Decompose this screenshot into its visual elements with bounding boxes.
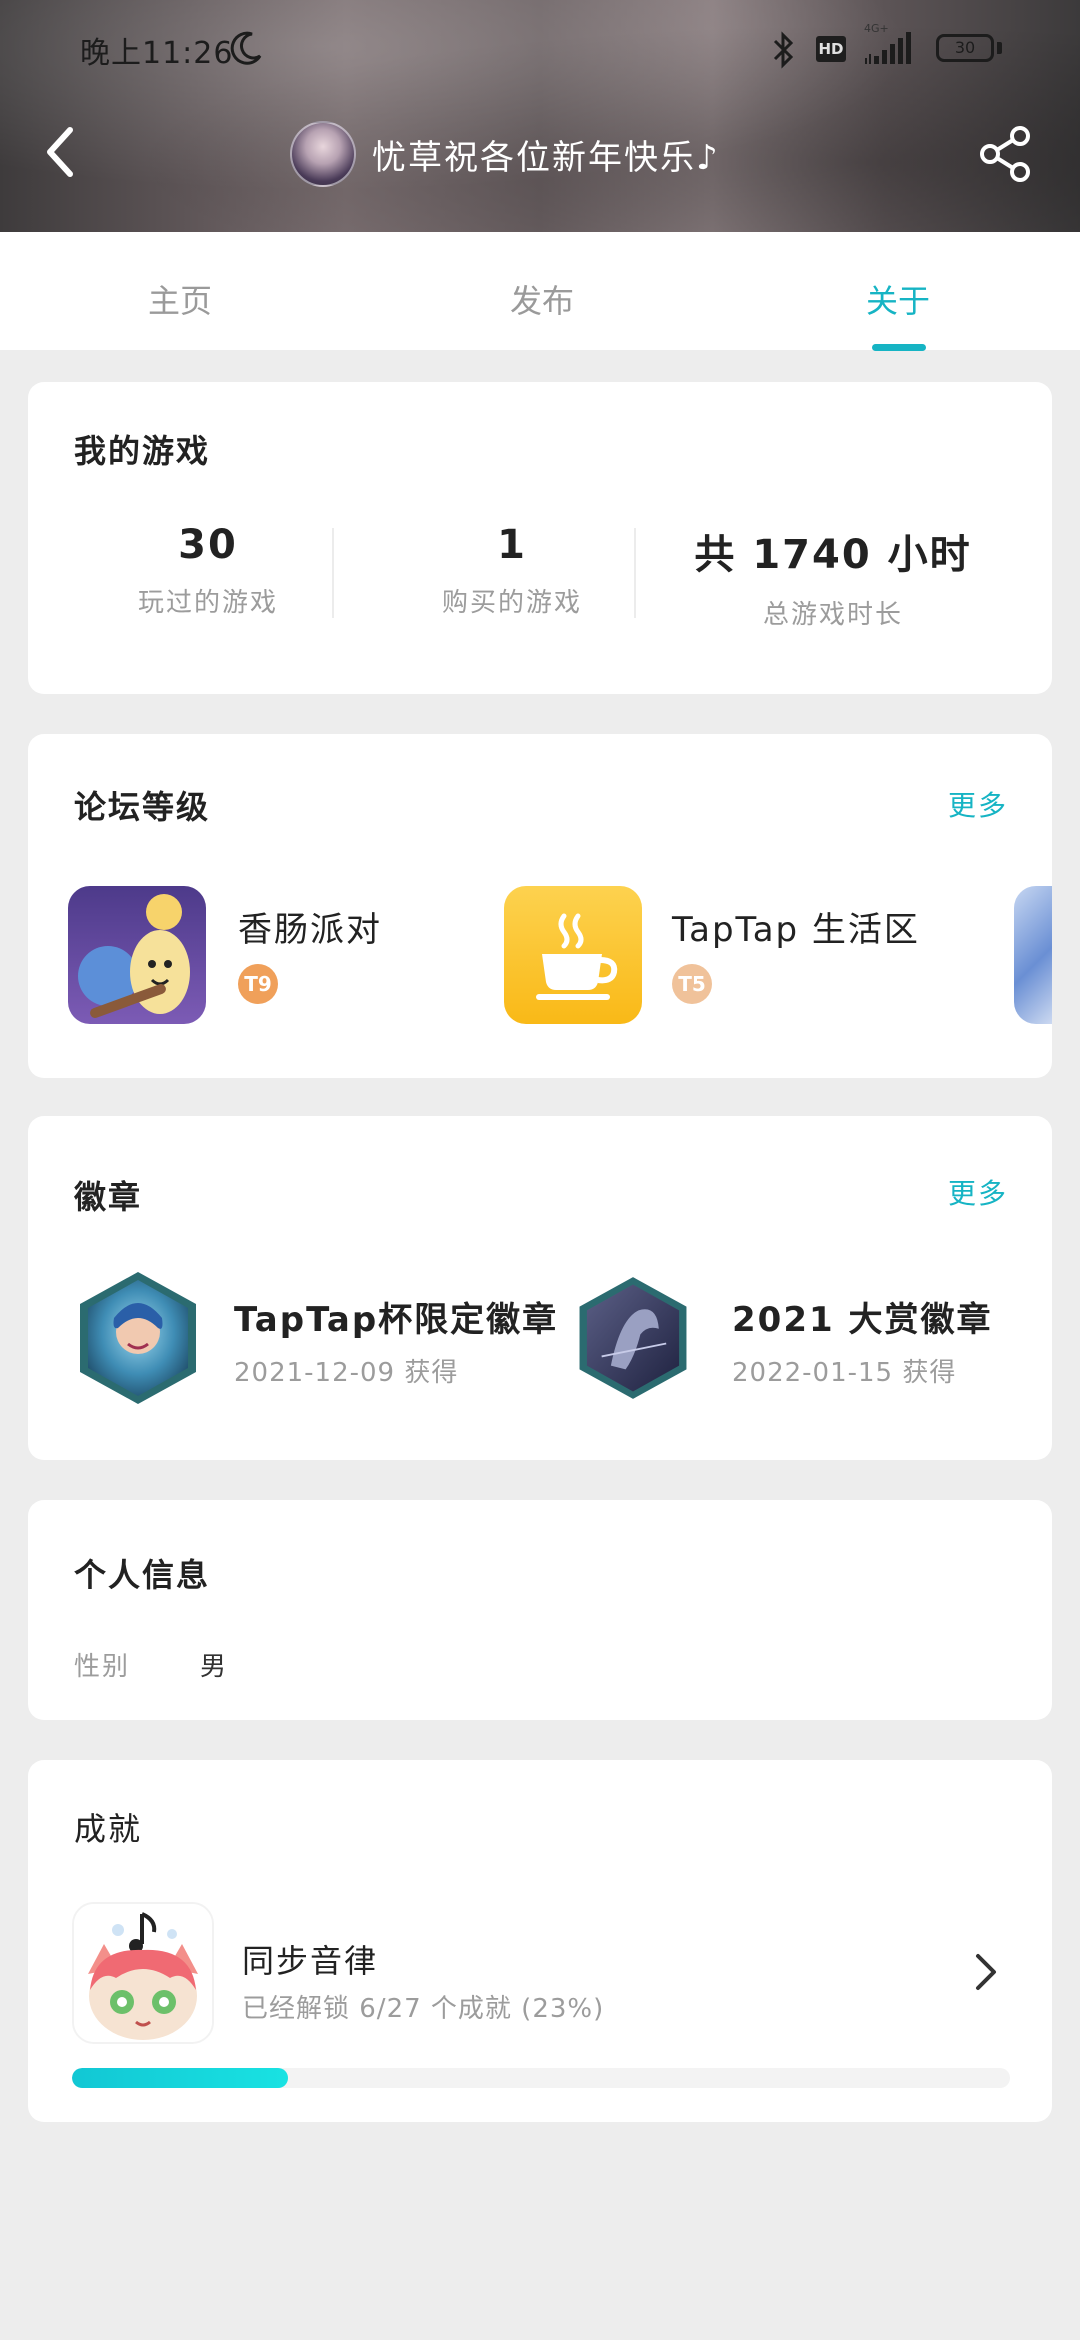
share-icon[interactable]: [978, 124, 1034, 184]
signal-icon: [865, 32, 911, 64]
bluetooth-icon: [773, 31, 794, 69]
stat-playtime-label: 总游戏时长: [762, 600, 903, 630]
forum-icon-sausage-party: [68, 886, 206, 1024]
achievement-progress-fill: [72, 2068, 288, 2088]
hd-icon: HD: [816, 36, 846, 62]
sausage-party-art: [68, 886, 206, 1024]
my-games-title: 我的游戏: [74, 432, 211, 470]
gender-label: 性别: [74, 1652, 131, 1682]
forum-name: TapTap 生活区: [672, 910, 920, 950]
tab-home[interactable]: 主页: [90, 276, 270, 322]
divider: [634, 528, 636, 618]
stat-played-value: 30: [178, 522, 238, 568]
profile-header: 晚上11:26 HD 4G+ 30 忧草祝各位新年快乐♪: [0, 0, 1080, 232]
tab-about[interactable]: 关于: [808, 276, 988, 322]
stat-playtime[interactable]: 共 1740 小时 总游戏时长: [668, 522, 998, 631]
badges-card: 徽章 更多 TapTap杯限定徽章 2021-12-09 获得 2021 大赏徽…: [28, 1116, 1052, 1460]
user-name: 忧草祝各位新年快乐♪: [372, 137, 720, 178]
forum-level-title: 论坛等级: [74, 788, 211, 826]
forum-level-badge: T5: [672, 964, 712, 1004]
forum-level-card: 论坛等级 更多 香肠派对 T9 TapTap 生活区 T5: [28, 734, 1052, 1078]
achievements-title: 成就: [74, 1810, 143, 1848]
badge-hexagon-awards: [579, 1277, 687, 1399]
badges-title: 徽章: [74, 1178, 143, 1216]
avatar[interactable]: [290, 121, 356, 187]
tab-indicator: [872, 344, 926, 351]
moon-icon: [230, 31, 262, 65]
gender-value: 男: [200, 1652, 227, 1682]
stat-purchased[interactable]: 1 购买的游戏: [392, 522, 632, 619]
forum-icon-life: [504, 886, 642, 1024]
forum-more-link[interactable]: 更多: [948, 784, 1008, 824]
personal-info-title: 个人信息: [74, 1556, 211, 1594]
stat-playtime-value: 共 1740 小时: [694, 532, 972, 578]
stat-played[interactable]: 30 玩过的游戏: [88, 522, 328, 619]
back-arrow-icon[interactable]: [40, 120, 80, 184]
status-bar: 晚上11:26 HD 4G+ 30: [0, 0, 1080, 100]
forum-icon-partial[interactable]: [1014, 886, 1052, 1024]
badge-date: 2021-12-09 获得: [234, 1358, 459, 1388]
chevron-right-icon[interactable]: [972, 1950, 1000, 1994]
stat-purchased-value: 1: [497, 522, 527, 568]
tab-posts[interactable]: 发布: [452, 276, 632, 322]
badge-name: 2021 大赏徽章: [732, 1300, 993, 1340]
badge-hexagon-jinx: [80, 1272, 196, 1404]
badge-name: TapTap杯限定徽章: [234, 1300, 559, 1340]
status-time: 晚上11:26: [80, 36, 234, 71]
forum-level-badge: T9: [238, 964, 278, 1004]
achievement-progress-text: 已经解锁 6/27 个成就 (23%): [242, 1994, 605, 2024]
achievement-game-icon[interactable]: [72, 1902, 214, 2044]
sync-rhythm-art: [74, 1904, 212, 2042]
forum-name: 香肠派对: [238, 910, 382, 950]
personal-info-card: 个人信息 性别 男: [28, 1500, 1052, 1720]
my-games-card: 我的游戏 30 玩过的游戏 1 购买的游戏 共 1740 小时 总游戏时长: [28, 382, 1052, 694]
achievements-card: 成就 同步音律 已经解锁 6/27 个成就 (23%): [28, 1760, 1052, 2122]
profile-tabs: 主页 发布 关于: [0, 232, 1080, 351]
battery-tip: [997, 42, 1002, 54]
achievement-game-name: 同步音律: [242, 1942, 379, 1980]
battery-icon: 30: [936, 34, 994, 62]
coffee-cup-icon: [536, 913, 618, 1000]
stat-played-label: 玩过的游戏: [137, 588, 278, 618]
badge-date: 2022-01-15 获得: [732, 1358, 957, 1388]
achievement-progress-bar: [72, 2068, 1010, 2088]
header-user[interactable]: 忧草祝各位新年快乐♪: [290, 118, 720, 190]
stat-purchased-label: 购买的游戏: [441, 588, 582, 618]
badges-more-link[interactable]: 更多: [948, 1172, 1008, 1212]
divider: [332, 528, 334, 618]
